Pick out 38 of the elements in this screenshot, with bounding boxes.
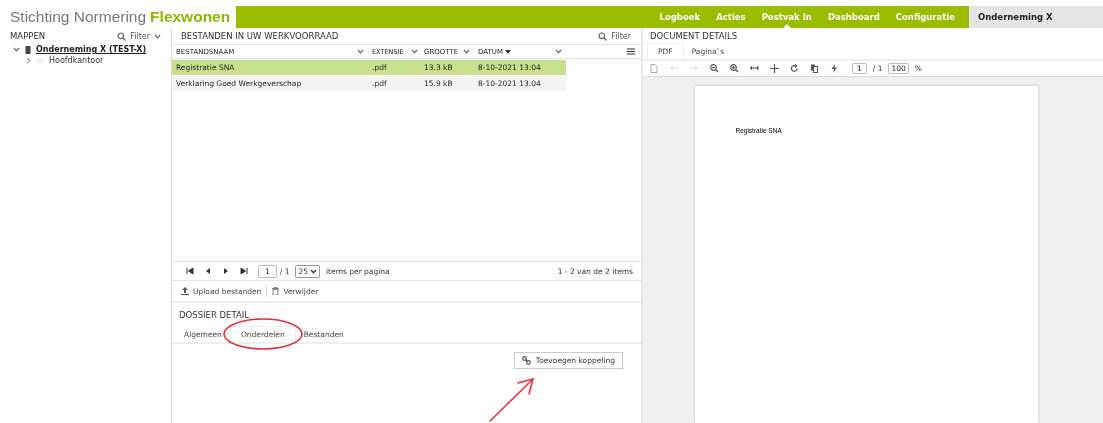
column-menu-icon[interactable] [555, 49, 562, 54]
zoom-in-icon[interactable] [730, 64, 739, 73]
lightning-icon[interactable] [830, 64, 839, 73]
chevron-down-icon [310, 268, 317, 274]
account-menu[interactable]: Onderneming X [969, 6, 1103, 28]
column-menu-icon[interactable] [357, 49, 364, 54]
fit-width-icon[interactable] [750, 64, 759, 73]
panel-title: BESTANDEN IN UW WERKVOORRAAD [181, 31, 339, 41]
copy-icon[interactable] [810, 64, 819, 73]
section-title: DOSSIER DETAIL [178, 309, 250, 322]
first-page-icon[interactable] [186, 267, 194, 275]
prev-page-icon[interactable] [204, 267, 212, 275]
logo-text: Flexwonen [150, 8, 231, 26]
search-icon[interactable] [598, 31, 608, 41]
last-page-icon[interactable] [240, 267, 248, 275]
rotate-icon[interactable] [790, 64, 799, 73]
column-menu-icon[interactable] [411, 49, 418, 54]
sort-desc-icon[interactable] [504, 49, 511, 54]
filter-link[interactable]: Filter [130, 31, 150, 41]
search-icon[interactable] [117, 31, 127, 41]
next-page-icon[interactable] [222, 267, 230, 275]
zoom-out-icon[interactable] [710, 64, 719, 73]
column-menu-icon[interactable] [463, 49, 470, 54]
tree-item[interactable]: Onderneming X (TEST-X) [36, 45, 147, 54]
link-icon [521, 356, 531, 365]
building-icon [25, 45, 31, 54]
chevron-right-icon[interactable] [26, 57, 31, 64]
filter-link[interactable]: Filter [611, 31, 631, 41]
expand-toggle-icon[interactable] [13, 47, 20, 52]
panel-title: DOCUMENT DETAILS [649, 30, 739, 43]
tree-item[interactable]: Hoofdkantoor [49, 56, 104, 65]
chevron-down-icon[interactable] [154, 33, 161, 39]
logo-text: Stichting Normering [10, 8, 147, 26]
menu-icon[interactable] [627, 48, 635, 55]
trash-icon [272, 287, 280, 295]
move-icon[interactable] [770, 64, 779, 73]
panel-title: MAPPEN [10, 31, 46, 41]
upload-icon [181, 287, 189, 295]
